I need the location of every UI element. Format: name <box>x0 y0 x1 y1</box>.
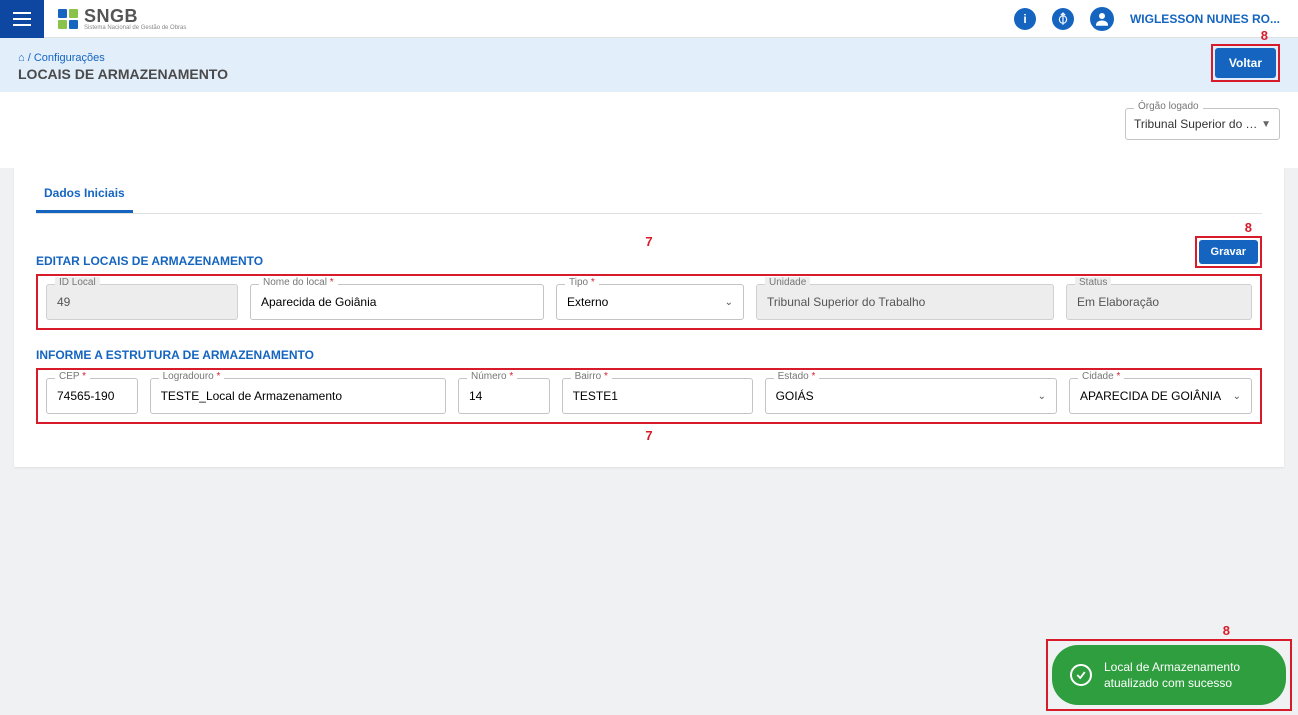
chevron-down-icon: ⌄ <box>725 297 733 308</box>
info-icon[interactable]: i <box>1014 8 1036 30</box>
cidade-value[interactable] <box>1080 389 1227 403</box>
success-toast: Local de Armazenamentoatualizado com suc… <box>1052 645 1286 705</box>
chevron-down-icon: ▼ <box>1261 119 1271 130</box>
cep-input[interactable] <box>57 389 127 403</box>
annotation-7: 7 <box>645 234 652 249</box>
bairro-field[interactable]: Bairro * <box>562 378 753 414</box>
numero-input[interactable] <box>469 389 539 403</box>
section1-title: EDITAR LOCAIS DE ARMAZENAMENTO <box>36 254 1195 268</box>
annotation-7: 7 <box>36 428 1262 443</box>
logo-squares-icon <box>58 9 78 29</box>
annotation-8: 8 <box>1223 623 1230 638</box>
logradouro-field[interactable]: Logradouro * <box>150 378 446 414</box>
user-avatar-icon[interactable] <box>1090 7 1114 31</box>
chevron-down-icon: ⌄ <box>1233 391 1241 402</box>
page-title: LOCAIS DE ARMAZENAMENTO <box>18 66 1211 82</box>
chevron-down-icon: ⌄ <box>1038 391 1046 402</box>
unidade-field: Unidade <box>756 284 1054 320</box>
breadcrumb: ⌂ / Configurações <box>18 52 1211 64</box>
id-local-input <box>57 295 227 309</box>
estado-select[interactable]: Estado * ⌄ <box>765 378 1057 414</box>
accessibility-icon[interactable]: ⦽ <box>1052 8 1074 30</box>
id-local-field: ID Local <box>46 284 238 320</box>
tipo-value[interactable] <box>567 295 719 309</box>
app-logo: SNGB Sistema Nacional de Gestão de Obras <box>44 6 186 31</box>
estado-value[interactable] <box>776 389 1032 403</box>
cidade-select[interactable]: Cidade * ⌄ <box>1069 378 1252 414</box>
section2-title: INFORME A ESTRUTURA DE ARMAZENAMENTO <box>36 348 1262 362</box>
voltar-button[interactable]: Voltar <box>1215 48 1276 78</box>
bairro-input[interactable] <box>573 389 742 403</box>
status-input <box>1077 295 1241 309</box>
annotation-8: 8 <box>1261 28 1268 43</box>
logo-text: SNGB <box>84 6 186 27</box>
check-circle-icon <box>1070 664 1092 686</box>
hamburger-icon <box>13 12 31 26</box>
home-icon: ⌂ <box>18 52 25 64</box>
breadcrumb-home[interactable]: ⌂ <box>18 52 25 64</box>
nome-local-field[interactable]: Nome do local * <box>250 284 544 320</box>
hamburger-menu-button[interactable] <box>0 0 44 38</box>
unidade-input <box>767 295 1043 309</box>
cep-field[interactable]: CEP * <box>46 378 138 414</box>
tipo-select[interactable]: Tipo * ⌄ <box>556 284 744 320</box>
logo-subtitle: Sistema Nacional de Gestão de Obras <box>84 25 186 31</box>
logradouro-input[interactable] <box>161 389 435 403</box>
orgao-label: Órgão logado <box>1134 101 1203 112</box>
status-field: Status <box>1066 284 1252 320</box>
breadcrumb-config[interactable]: Configurações <box>34 52 105 64</box>
nome-local-input[interactable] <box>261 295 533 309</box>
orgao-logado-select[interactable]: Órgão logado Tribunal Superior do Tra...… <box>1125 108 1280 140</box>
numero-field[interactable]: Número * <box>458 378 550 414</box>
toast-message: Local de Armazenamentoatualizado com suc… <box>1104 659 1240 691</box>
tab-dados-iniciais[interactable]: Dados Iniciais <box>36 186 133 213</box>
gravar-button[interactable]: Gravar <box>1199 240 1258 264</box>
annotation-8: 8 <box>1245 220 1252 235</box>
user-name-label[interactable]: WIGLESSON NUNES RO... <box>1130 12 1280 26</box>
orgao-value: Tribunal Superior do Tra... <box>1134 117 1261 131</box>
